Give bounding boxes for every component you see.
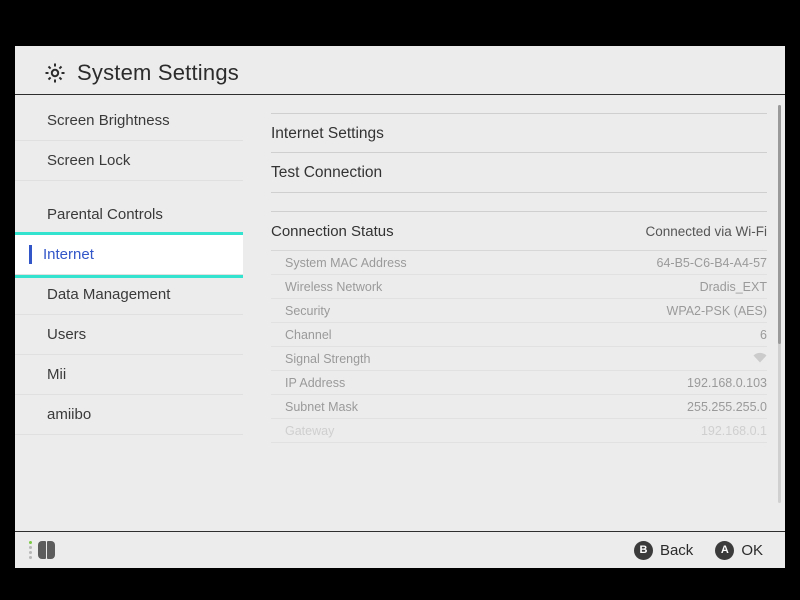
status-row-gateway: Gateway 192.168.0.1 (271, 419, 767, 443)
hint-back[interactable]: B Back (634, 541, 693, 560)
sidebar-item-mii[interactable]: Mii (15, 355, 243, 395)
connection-status-header: Connection Status Connected via Wi-Fi (271, 211, 767, 251)
sidebar-item-users[interactable]: Users (15, 315, 243, 355)
player-led-icon (29, 541, 32, 559)
sidebar-item-internet[interactable]: Internet (15, 235, 243, 275)
connection-status-title: Connection Status (271, 212, 394, 252)
status-row-ip: IP Address 192.168.0.103 (271, 371, 767, 395)
screen: System Settings Screen Brightness Screen… (15, 46, 785, 568)
detail-panel: Internet Settings Test Connection Connec… (243, 95, 785, 531)
wifi-signal-icon (753, 352, 767, 366)
sidebar-item-parental-controls[interactable]: Parental Controls (15, 195, 243, 235)
option-internet-settings[interactable]: Internet Settings (271, 113, 767, 153)
connection-status-value: Connected via Wi-Fi (645, 212, 767, 252)
sidebar-item-screen-lock[interactable]: Screen Lock (15, 141, 243, 181)
sidebar-item-amiibo[interactable]: amiibo (15, 395, 243, 435)
option-test-connection[interactable]: Test Connection (271, 153, 767, 193)
sidebar-item-screen-brightness[interactable]: Screen Brightness (15, 101, 243, 141)
hint-ok[interactable]: A OK (715, 541, 763, 560)
scrollbar-thumb[interactable] (778, 105, 781, 344)
hint-ok-label: OK (741, 542, 763, 559)
sidebar-item-data-management[interactable]: Data Management (15, 275, 243, 315)
body: Screen Brightness Screen Lock Parental C… (15, 95, 785, 532)
footer: B Back A OK (15, 532, 785, 568)
hint-back-label: Back (660, 542, 693, 559)
controller-indicator (29, 541, 55, 559)
status-row-signal: Signal Strength (271, 347, 767, 371)
spacer (271, 193, 767, 211)
sidebar-gap (15, 181, 243, 195)
joycon-icon (38, 541, 55, 559)
device-bezel: System Settings Screen Brightness Screen… (0, 0, 800, 600)
header: System Settings (15, 46, 785, 95)
status-row-ssid: Wireless Network Dradis_EXT (271, 275, 767, 299)
detail-scrollbar[interactable] (778, 105, 781, 503)
status-row-channel: Channel 6 (271, 323, 767, 347)
status-row-security: Security WPA2-PSK (AES) (271, 299, 767, 323)
a-button-icon: A (715, 541, 734, 560)
sidebar: Screen Brightness Screen Lock Parental C… (15, 95, 243, 531)
page-title: System Settings (77, 60, 239, 86)
status-row-subnet: Subnet Mask 255.255.255.0 (271, 395, 767, 419)
settings-gear-icon (43, 61, 67, 85)
b-button-icon: B (634, 541, 653, 560)
status-row-mac: System MAC Address 64-B5-C6-B4-A4-57 (271, 251, 767, 275)
